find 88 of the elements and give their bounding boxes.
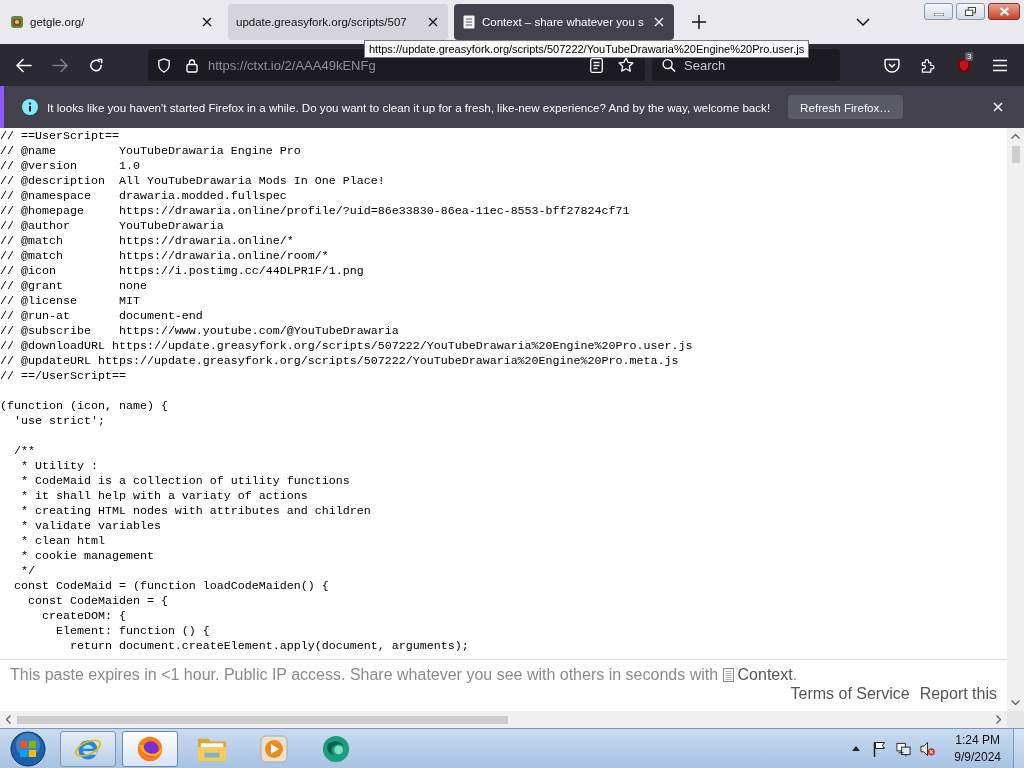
reload-icon[interactable] [88, 57, 104, 73]
code-line: (function (icon, name) { [0, 399, 169, 414]
code-line: * CodeMaid is a collection of utility functions [20, 474, 351, 489]
chevron-down-icon[interactable] [856, 18, 870, 26]
close-icon[interactable] [202, 17, 212, 27]
code-line: // @match https://drawaria.online/* [0, 234, 295, 249]
search-icon [662, 57, 676, 73]
code-line: const CodeMaid = (function loadCodeMaiden() { [13, 579, 330, 594]
vertical-scrollbar[interactable] [1007, 128, 1024, 711]
star-icon[interactable] [618, 57, 634, 73]
code-line: * cookie management [20, 549, 155, 564]
back-arrow-icon[interactable] [16, 57, 32, 73]
taskbar-button[interactable] [122, 730, 178, 767]
close-button[interactable] [988, 3, 1020, 20]
code-line: // @updateURL https://update.greasyfork.org/scripts/507222/YouTubeDrawaria%20Engine%20Pro.meta.js [0, 354, 680, 369]
code-line: const CodeMaiden = { [26, 594, 169, 609]
document-icon [462, 15, 476, 29]
code-line: /** [13, 444, 36, 459]
browser-tab[interactable]: Context – share whatever you s [454, 4, 674, 40]
refresh-button[interactable]: Refresh Firefox… [788, 95, 903, 119]
browser-tab[interactable]: getgle.org/ [2, 4, 222, 40]
code-line: * it shall help with a variaty of actions [20, 489, 309, 504]
code-line: * validate variables [20, 519, 162, 534]
globe-icon [135, 734, 165, 763]
document-icon [722, 668, 734, 682]
scrollbar-corner [1007, 711, 1024, 728]
code-line: // @author YouTubeDrawaria [0, 219, 225, 234]
lock-icon [186, 57, 198, 73]
code-line: // @name YouTubeDrawaria Engine Pro [0, 144, 302, 159]
notification-message: It looks like you haven't started Firefox in a while. Do you want to clean it up for a fresh, like-new experience? And by the way, welcome back! [47, 100, 771, 114]
code-line: // @match https://drawaria.online/room/* [0, 249, 330, 264]
footer-note: This paste expires in <1 hour. Public IP access. Share whatever you see with others in seconds with Context. [10, 665, 799, 684]
menu-icon[interactable] [992, 57, 1008, 73]
code-line: // ==UserScript== [0, 129, 120, 144]
flag-icon[interactable] [872, 740, 888, 757]
close-icon[interactable] [428, 17, 438, 27]
footer-link[interactable]: Report this [919, 684, 997, 703]
horizontal-scrollbar[interactable] [0, 711, 1007, 728]
code-line: // @downloadURL https://update.greasyfork.org/scripts/507222/YouTubeDrawaria%20Engine%20Pro.user.js [0, 339, 694, 354]
sphere-icon [321, 734, 351, 763]
code-line: // @subscribe https://www.youtube.com/@YouTubeDrawaria [0, 324, 400, 339]
network-icon[interactable] [896, 740, 912, 757]
code-line: * Utility : [20, 459, 99, 474]
code-line: // @namespace drawaria.modded.fullspec [0, 189, 288, 204]
taskbar-button[interactable] [60, 730, 116, 767]
code-line: // @version 1.0 [0, 159, 141, 174]
start-orb-icon [10, 730, 46, 767]
code-line: // @grant none [0, 279, 148, 294]
scrollbar-thumb[interactable] [17, 715, 508, 724]
code-line: createDOM: { [40, 609, 127, 624]
code-line: * clean html [20, 534, 106, 549]
code-line: * creating HTML nodes with attributes and children [20, 504, 372, 519]
code-line: Element: function () { [54, 624, 211, 639]
plus-icon[interactable] [692, 15, 706, 29]
code-line: return document.createElement.apply(document, arguments); [68, 639, 470, 654]
close-icon [998, 7, 1010, 16]
clock[interactable]: 1:24 PM 9/9/2024 [948, 731, 1007, 766]
code-line: */ [20, 564, 36, 579]
chevron-up-icon[interactable] [1011, 134, 1020, 139]
code-line: // @description All YouTubeDrawaria Mods In One Place! [0, 174, 386, 189]
info-icon [22, 99, 38, 115]
favicon-icon [10, 15, 24, 29]
code-line: // @icon https://i.postimg.cc/44DLPR1F/1.png [0, 264, 365, 279]
reader-view-icon[interactable] [590, 57, 603, 73]
code-line: // ==/UserScript== [0, 369, 127, 384]
chevron-left-icon[interactable] [6, 715, 11, 724]
code-line: 'use strict'; [13, 414, 106, 429]
footer-link[interactable]: Terms of Service [790, 684, 910, 703]
notification-count: 3 [965, 51, 974, 61]
pocket-icon[interactable] [884, 57, 900, 73]
chevron-up-icon[interactable] [852, 746, 861, 751]
browser-tab[interactable]: update.greasyfork.org/scripts/507 [228, 4, 448, 40]
context-link[interactable]: Context [722, 666, 793, 683]
code-line: // @run-at document-end [0, 309, 204, 324]
restore-icon [965, 7, 976, 16]
puzzle-piece-icon[interactable] [920, 57, 936, 73]
shield-icon[interactable] [956, 57, 972, 73]
scrollbar-thumb[interactable] [1011, 146, 1020, 163]
restore-button[interactable] [956, 3, 985, 20]
start-button[interactable] [8, 729, 48, 768]
code-line: // @homepage https://drawaria.online/profile/?uid=86e33830-86ea-11ec-8553-bff27824cf71 [0, 204, 631, 219]
tooltip: https://update.greasyfork.org/scripts/507222/YouTubeDrawaria%20Engine%20Pro.user.js [364, 40, 810, 58]
play-icon [259, 734, 289, 763]
speaker-muted-icon[interactable] [920, 740, 936, 757]
minimize-icon [933, 13, 944, 16]
shield-icon [157, 57, 171, 73]
code-line: // @license MIT [0, 294, 141, 309]
chevron-right-icon[interactable] [996, 715, 1001, 724]
